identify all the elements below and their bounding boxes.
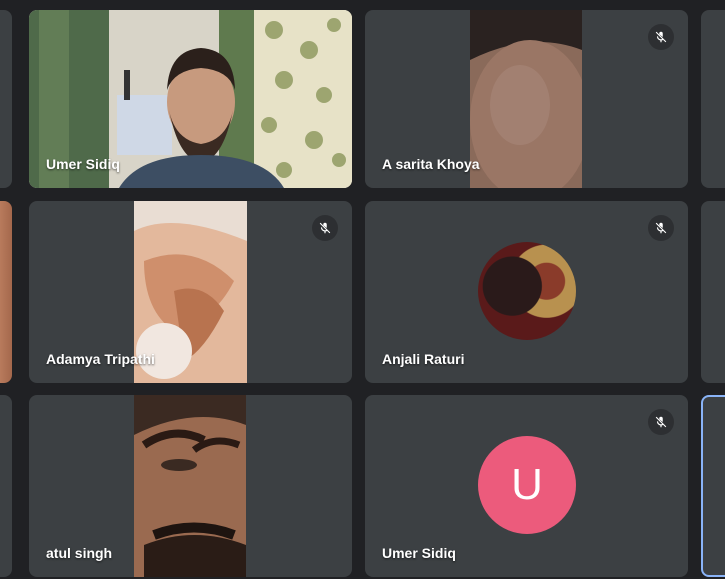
- participant-video: [470, 10, 582, 188]
- participant-name: A sarita Khoya: [382, 156, 480, 172]
- mic-off-icon: [648, 409, 674, 435]
- participant-video: [134, 395, 246, 577]
- participant-tile-adamya-tripathi[interactable]: Adamya Tripathi: [29, 201, 352, 383]
- partial-tile-left-top[interactable]: [0, 10, 12, 188]
- participant-tile-atul-singh[interactable]: atul singh: [29, 395, 352, 577]
- participant-tile-anjali-raturi[interactable]: Anjali Raturi: [365, 201, 688, 383]
- video-frame: [470, 10, 582, 188]
- participant-name: Adamya Tripathi: [46, 351, 155, 367]
- mic-off-icon: [648, 215, 674, 241]
- partial-tile-left-bottom[interactable]: [0, 395, 12, 577]
- participant-name: Umer Sidiq: [382, 545, 456, 561]
- partial-tile-right-middle[interactable]: [701, 201, 725, 383]
- video-frame: [134, 395, 246, 577]
- participant-name: Umer Sidiq: [46, 156, 120, 172]
- participant-tile-a-sarita-khoya[interactable]: A sarita Khoya: [365, 10, 688, 188]
- participant-name: Anjali Raturi: [382, 351, 465, 367]
- partial-tile-right-top[interactable]: [701, 10, 725, 188]
- mic-off-icon: [312, 215, 338, 241]
- avatar: [478, 242, 576, 340]
- avatar: U: [478, 436, 576, 534]
- partial-tile-right-bottom-active[interactable]: [701, 395, 725, 577]
- participant-tile-umer-sidiq[interactable]: Umer Sidiq: [29, 10, 352, 188]
- mic-off-icon: [648, 24, 674, 50]
- participant-name: atul singh: [46, 545, 113, 561]
- meeting-grid: Umer Sidiq A sarita Khoya Adamya Tripath…: [0, 0, 725, 579]
- partial-tile-left-middle[interactable]: [0, 201, 12, 383]
- participant-tile-umer-sidiq-2[interactable]: U Umer Sidiq: [365, 395, 688, 577]
